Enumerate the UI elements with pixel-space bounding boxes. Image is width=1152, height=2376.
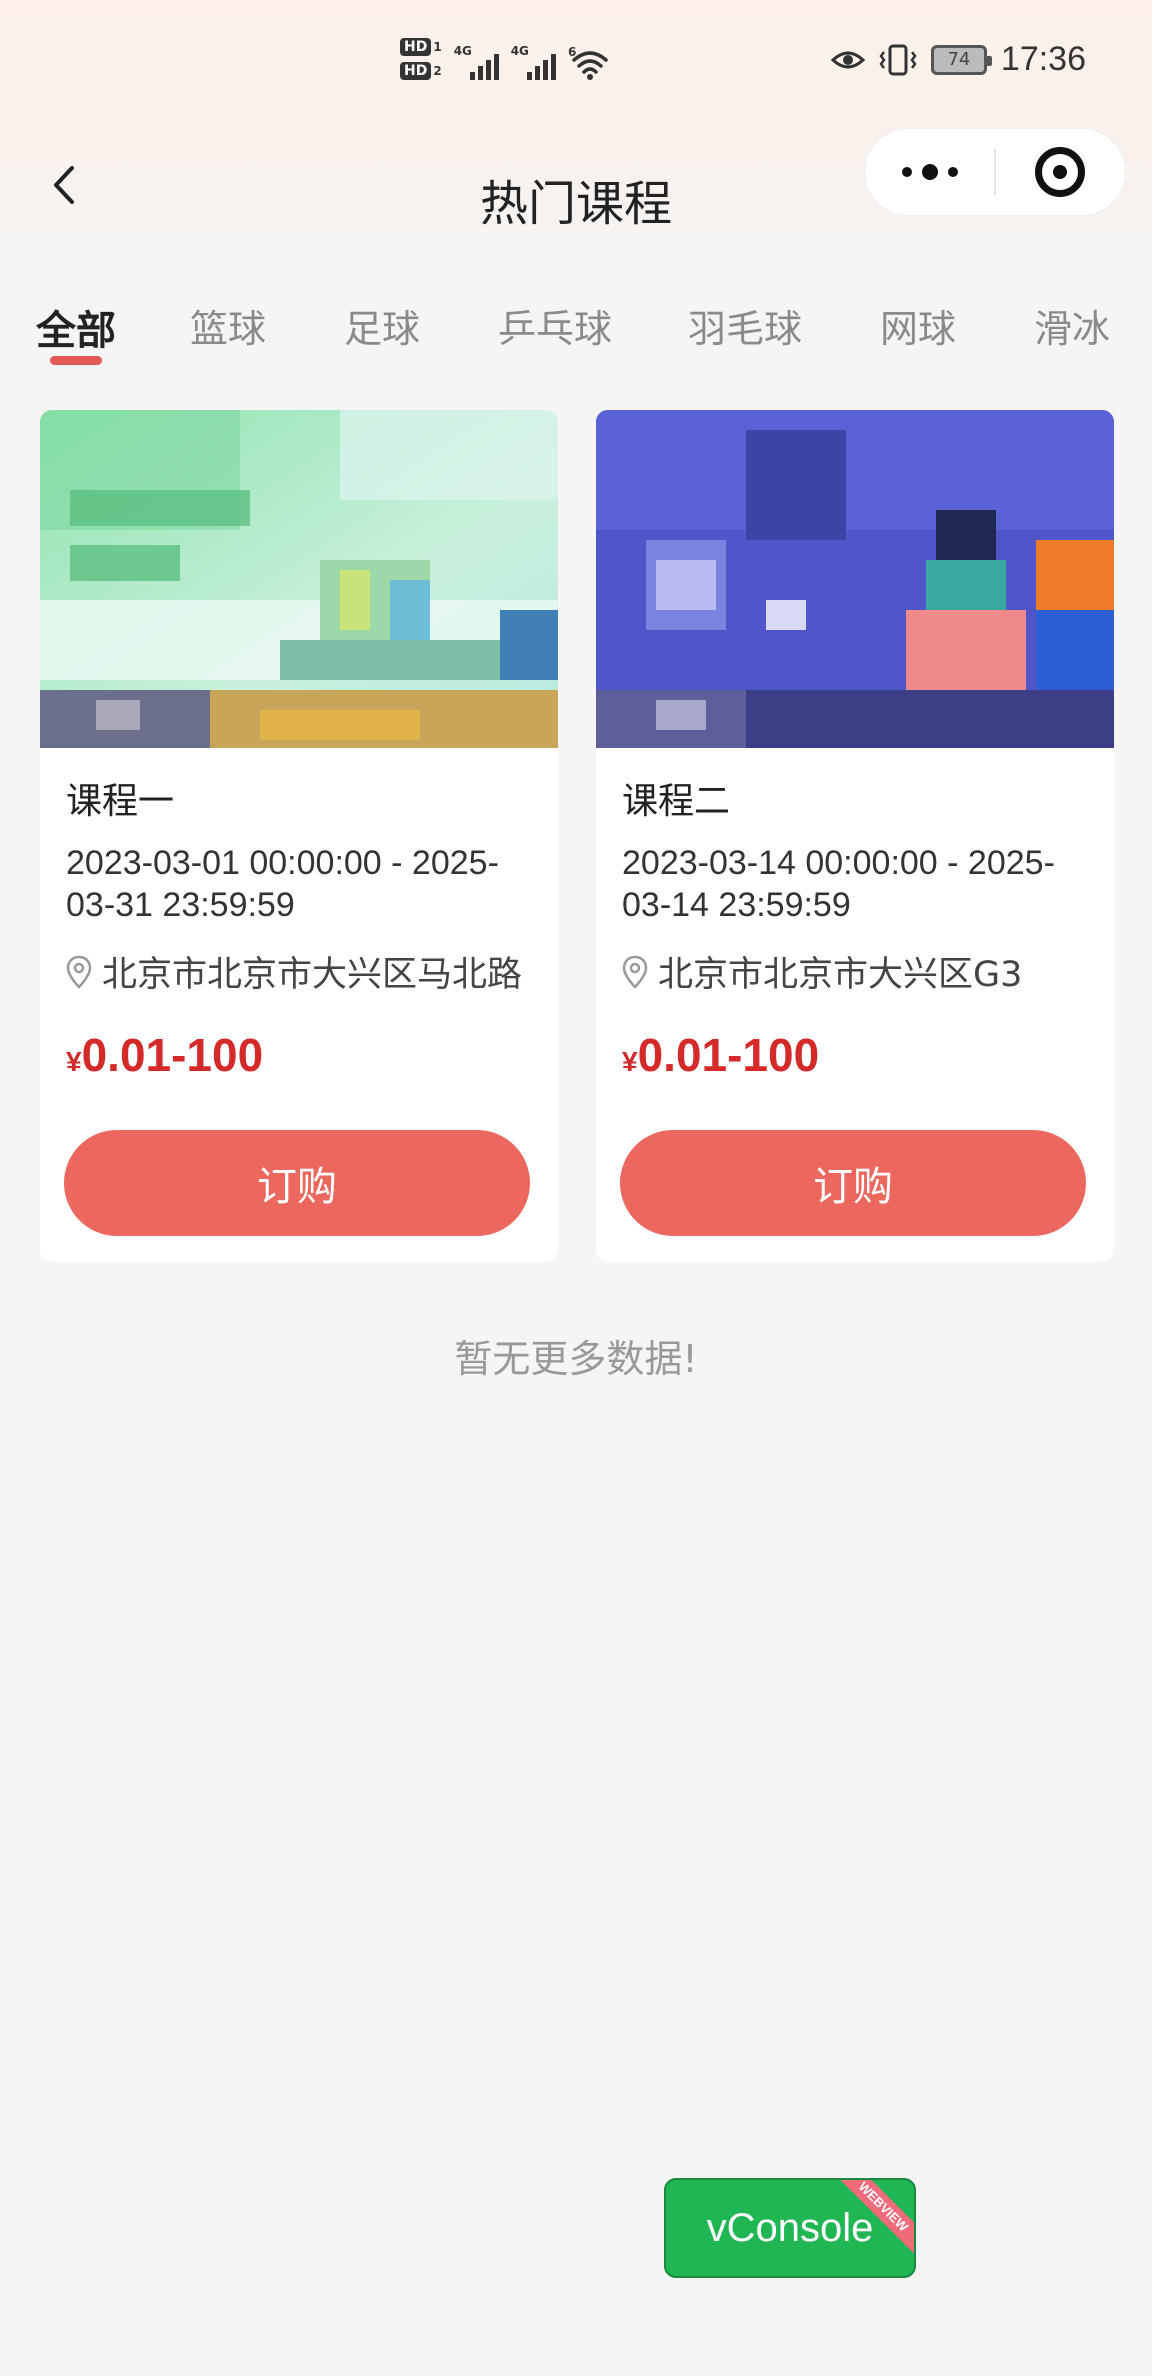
more-dot-icon bbox=[901, 167, 912, 177]
category-tabs: 全部 篮球 足球 乒乓球 羽毛球 网球 滑冰 bbox=[0, 294, 1152, 374]
hd2-number: 2 bbox=[433, 64, 442, 78]
tab-skating[interactable]: 滑冰 bbox=[1034, 298, 1110, 353]
course-card[interactable]: 课程二 2023-03-14 00:00:00 - 2025-03-14 23:… bbox=[596, 410, 1114, 1262]
tab-basketball[interactable]: 篮球 bbox=[190, 298, 266, 353]
hd1-number: 1 bbox=[433, 40, 442, 54]
wifi-icon: 6 bbox=[568, 44, 608, 80]
course-name: 课程一 bbox=[66, 781, 175, 822]
currency-symbol: ¥ bbox=[66, 1046, 82, 1077]
order-button[interactable]: 订购 bbox=[64, 1130, 530, 1236]
hd1-indicator: HD 1 bbox=[400, 38, 442, 56]
currency-symbol: ¥ bbox=[622, 1046, 638, 1077]
course-location-text: 北京市北京市大兴区G3 bbox=[658, 955, 1023, 995]
more-dot-icon bbox=[947, 167, 958, 177]
no-more-data-text: 暂无更多数据! bbox=[454, 1337, 698, 1381]
course-time: 2023-03-14 00:00:00 - 2025-03-14 23:59:5… bbox=[622, 844, 1055, 924]
hd1-label: HD bbox=[400, 38, 432, 56]
sim1-type: 4G bbox=[453, 44, 472, 58]
location-pin-icon bbox=[66, 955, 92, 989]
signal-icon: 4G bbox=[511, 44, 556, 80]
order-button[interactable]: 订购 bbox=[620, 1130, 1086, 1236]
vconsole-button[interactable]: vConsole WEBVIEW bbox=[664, 2178, 916, 2278]
course-image bbox=[596, 410, 1114, 748]
course-location-text: 北京市北京市大兴区马北路 bbox=[102, 955, 523, 995]
hd-indicators: HD 1 HD 2 bbox=[400, 38, 442, 80]
course-card[interactable]: 课程一 2023-03-01 00:00:00 - 2025-03-31 23:… bbox=[40, 410, 558, 1262]
tab-table-tennis[interactable]: 乒乓球 bbox=[498, 298, 612, 353]
hd2-label: HD bbox=[400, 62, 432, 80]
battery-level: 74 bbox=[947, 49, 971, 70]
vibrate-icon bbox=[879, 44, 917, 75]
signal-icon: 4G bbox=[454, 44, 499, 80]
course-price: ¥0.01-100 bbox=[622, 1028, 819, 1082]
price-value: 0.01-100 bbox=[81, 1029, 264, 1081]
course-location: 北京市北京市大兴区G3 bbox=[622, 946, 1022, 997]
close-mini-program-button[interactable] bbox=[996, 128, 1125, 216]
target-icon bbox=[1035, 147, 1086, 197]
price-value: 0.01-100 bbox=[637, 1029, 820, 1081]
hd2-indicator: HD 2 bbox=[400, 62, 442, 80]
course-name: 课程二 bbox=[622, 781, 731, 822]
status-bar-right: 74 17:36 bbox=[830, 40, 1086, 79]
tab-football[interactable]: 足球 bbox=[344, 298, 420, 353]
tab-badminton[interactable]: 羽毛球 bbox=[688, 298, 802, 353]
more-dot-icon bbox=[921, 164, 938, 180]
navigation-bar: 热门课程 bbox=[0, 120, 1152, 260]
location-pin-icon bbox=[622, 955, 648, 989]
tab-all[interactable]: 全部 bbox=[36, 298, 116, 356]
sim2-type: 4G bbox=[510, 44, 529, 58]
mini-program-capsule bbox=[864, 128, 1126, 216]
course-price: ¥0.01-100 bbox=[66, 1028, 263, 1082]
status-bar-left: HD 1 HD 2 4G 4G 6 bbox=[400, 38, 608, 80]
more-button[interactable] bbox=[865, 128, 994, 216]
clock: 17:36 bbox=[1000, 40, 1086, 78]
eye-icon bbox=[830, 51, 865, 68]
vconsole-label: vConsole bbox=[706, 2205, 874, 2250]
active-tab-indicator bbox=[50, 356, 102, 365]
course-image bbox=[40, 410, 558, 748]
battery-icon: 74 bbox=[930, 44, 992, 75]
status-bar: HD 1 HD 2 4G 4G 6 74 17:36 bbox=[0, 30, 1152, 106]
tab-tennis[interactable]: 网球 bbox=[880, 298, 956, 353]
course-time: 2023-03-01 00:00:00 - 2025-03-31 23:59:5… bbox=[66, 844, 499, 924]
course-location: 北京市北京市大兴区马北路 bbox=[66, 946, 522, 997]
